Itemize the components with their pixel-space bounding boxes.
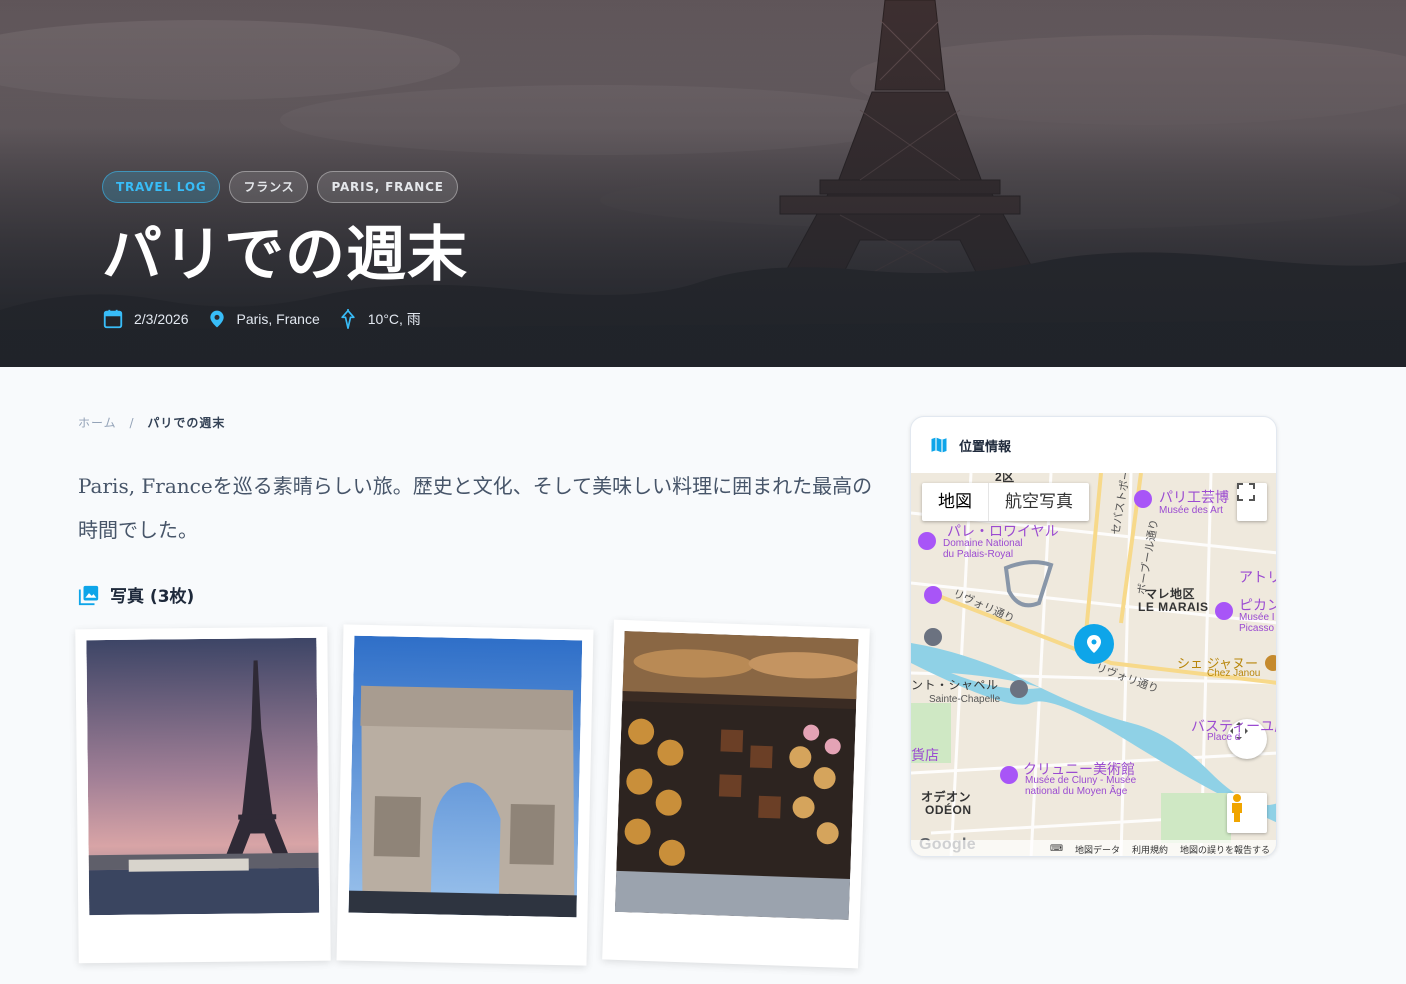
map-label-atelier: アトリ	[1239, 569, 1277, 585]
photo-pastries	[614, 631, 859, 921]
meta-location: Paris, France	[207, 308, 320, 330]
hero-banner: TRAVEL LOG フランス PARIS, FRANCE パリでの週末 2/3…	[0, 0, 1406, 367]
map-type-satellite[interactable]: 航空写真	[989, 483, 1089, 521]
keyboard-shortcuts-icon[interactable]: ⌨	[1050, 844, 1063, 854]
map-footer: ⌨ 地図データ 利用規約 地図の誤りを報告する	[911, 840, 1276, 856]
photos-heading-text: 写真 (3枚)	[110, 587, 195, 607]
tag-city[interactable]: PARIS, FRANCE	[317, 171, 458, 203]
photo-eiffel-tower	[86, 637, 320, 916]
meta-date-text: 2/3/2026	[134, 311, 189, 327]
map-label-bastille-fr: Place d	[1207, 732, 1241, 743]
location-pin-icon	[209, 310, 224, 328]
location-card: 位置情報 地図 航空写真 2区 パレ・ロワイヤル Domaine Nationa…	[910, 416, 1277, 857]
map-label-chapelle-jp: ント・シャペル	[911, 678, 999, 692]
photo-arc-de-triomphe	[348, 635, 583, 918]
map-label-depart: 貨店	[911, 747, 939, 763]
map-label-cluny-fr-2: national du Moyen Âge	[1025, 786, 1128, 797]
meta-location-text: Paris, France	[236, 311, 320, 327]
map-label-arts-fr: Musée des Art	[1159, 505, 1223, 516]
calendar-icon	[103, 309, 123, 329]
street-view-button[interactable]	[1227, 793, 1267, 833]
map-label-picasso-fr-1: Musée I	[1239, 612, 1275, 623]
breadcrumb: ホーム / パリでの週末	[78, 414, 225, 431]
umbrella-icon	[341, 309, 355, 329]
trip-meta: 2/3/2026 Paris, France 10°C, 雨	[102, 307, 468, 331]
tag-list: TRAVEL LOG フランス PARIS, FRANCE	[102, 171, 468, 203]
photo-card-arc[interactable]	[336, 624, 594, 966]
fullscreen-icon	[1237, 483, 1255, 501]
map-label-arts: パリ工芸博	[1159, 489, 1229, 505]
map-type-map[interactable]: 地図	[922, 483, 989, 521]
map-label-marais-fr: LE MARAIS	[1138, 600, 1209, 614]
fullscreen-button[interactable]	[1237, 483, 1267, 521]
meta-weather: 10°C, 雨	[338, 307, 421, 331]
photos-heading: 写真 (3枚)	[78, 582, 194, 607]
map-label-district: 2区	[995, 473, 1015, 484]
pegman-icon	[1232, 794, 1242, 822]
hero-content: TRAVEL LOG フランス PARIS, FRANCE パリでの週末 2/3…	[102, 171, 468, 331]
map-label-cluny-fr-1: Musée de Cluny - Musée	[1025, 775, 1137, 786]
location-card-title: 位置情報	[959, 439, 1012, 455]
page-title: パリでの週末	[102, 220, 468, 290]
location-card-header: 位置情報	[911, 417, 1276, 473]
map-label-chez-fr: Chez Janou	[1207, 668, 1261, 679]
map-label-chapelle-fr: Sainte-Chapelle	[929, 694, 1001, 705]
breadcrumb-home[interactable]: ホーム	[78, 416, 117, 430]
map-type-toggle: 地図 航空写真	[922, 483, 1089, 521]
tag-country[interactable]: フランス	[229, 171, 309, 203]
tag-travel-log[interactable]: TRAVEL LOG	[102, 171, 221, 203]
map-label-palais-fr-1: Domaine National	[943, 538, 1023, 549]
breadcrumb-current: パリでの週末	[147, 416, 226, 430]
meta-date: 2/3/2026	[102, 308, 189, 330]
photo-card-eiffel[interactable]	[75, 626, 331, 964]
photo-card-pastries[interactable]	[602, 619, 870, 969]
map-icon	[931, 437, 947, 453]
photo-gallery-icon	[78, 585, 99, 605]
map-view[interactable]: 地図 航空写真 2区 パレ・ロワイヤル Domaine National du …	[911, 473, 1277, 856]
map-data-link[interactable]: 地図データ	[1075, 843, 1120, 856]
report-error-link[interactable]: 地図の誤りを報告する	[1180, 843, 1270, 856]
map-label-picasso-fr-2: Picasso	[1239, 623, 1275, 634]
map-label-odeon-fr: ODÉON	[925, 803, 972, 817]
trip-intro: Paris, Franceを巡る素晴らしい旅。歴史と文化、そして美味しい料理に囲…	[78, 474, 873, 542]
terms-link[interactable]: 利用規約	[1132, 843, 1168, 856]
breadcrumb-separator: /	[129, 416, 135, 430]
map-label-palais-fr-2: du Palais-Royal	[943, 549, 1014, 560]
meta-weather-text: 10°C, 雨	[367, 311, 421, 327]
